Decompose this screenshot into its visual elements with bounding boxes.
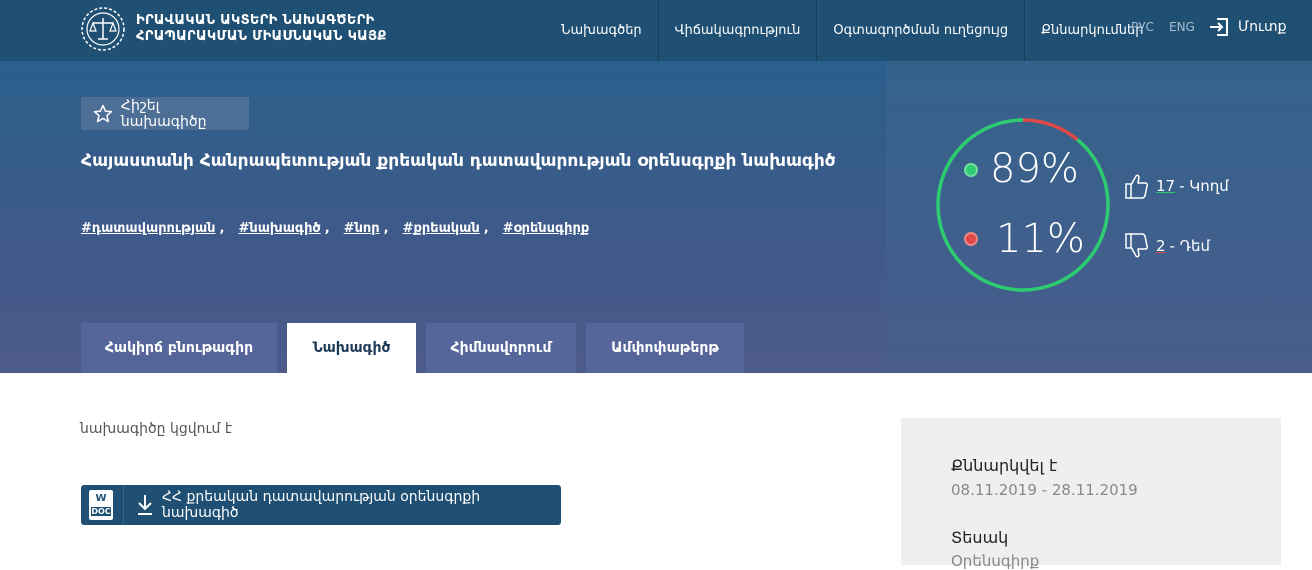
tag-link[interactable]: #օրենսգիրք <box>503 221 590 236</box>
tag-separator: , <box>383 221 389 236</box>
for-dot-icon <box>964 163 978 177</box>
main-menu: Նախագծեր Վիճակագրություն Օգտագործման ուղ… <box>545 0 1159 61</box>
top-navigation: ԻՐԱՎԱԿԱՆ ԱԿՏԵՐԻ ՆԱԽԱԳԾԵՐԻ ՀՐԱՊԱՐԱԿՄԱՆ ՄԻ… <box>0 0 1312 61</box>
type-label: Տեսակ <box>951 528 1009 547</box>
attachment-status: նախագիծը կցվում է <box>80 421 233 437</box>
discussed-label: Քննարկվել է <box>951 456 1058 475</box>
download-draft-button[interactable]: W DOC ՀՀ քրեական դատավարության օրենսգրքի… <box>81 485 561 525</box>
nav-item-statistics[interactable]: Վիճակագրություն <box>659 0 818 61</box>
download-icon <box>137 495 152 515</box>
star-icon <box>93 104 113 122</box>
tag-separator: , <box>219 221 225 236</box>
lang-ru-link[interactable]: РУС <box>1131 20 1154 34</box>
divider <box>122 485 124 525</box>
tag-separator: , <box>483 221 489 236</box>
draft-tabs: Հակիրճ բնութագիր Նախագիծ Հիմնավորում Ամփ… <box>81 323 754 373</box>
tab-summary[interactable]: Հակիրճ բնութագիր <box>81 323 277 373</box>
remember-draft-button[interactable]: Հիշել նախագիծը <box>81 97 249 130</box>
login-icon <box>1210 18 1228 36</box>
tag-link[interactable]: #նոր <box>344 221 380 236</box>
draft-title: Հայաստանի Հանրապետության քրեական դատավար… <box>81 151 836 171</box>
tab-justification[interactable]: Հիմնավորում <box>426 323 576 373</box>
logo-line-1: ԻՐԱՎԱԿԱՆ ԱԿՏԵՐԻ ՆԱԽԱԳԾԵՐԻ <box>136 13 375 28</box>
download-draft-label: ՀՀ քրեական դատավարության օրենսգրքի նախագ… <box>161 489 481 521</box>
draft-info-panel: Քննարկվել է 08.11.2019 - 28.11.2019 Տեսա… <box>901 418 1281 570</box>
tag-link[interactable]: #քրեական <box>403 221 480 236</box>
vote-against-count: 2 <box>1156 237 1166 255</box>
tab-overview[interactable]: Ամփոփաթերթ <box>586 323 744 373</box>
against-dot-icon <box>964 232 978 246</box>
type-value: Օրենսգիրք <box>951 552 1040 570</box>
tag-separator: , <box>324 221 330 236</box>
logo-text: ԻՐԱՎԱԿԱՆ ԱԿՏԵՐԻ ՆԱԽԱԳԾԵՐԻ ՀՐԱՊԱՐԱԿՄԱՆ ՄԻ… <box>136 13 387 45</box>
discussed-dates: 08.11.2019 - 28.11.2019 <box>951 481 1138 499</box>
tag-link[interactable]: #նախագիծ <box>238 221 320 236</box>
doc-icon-ext: DOC <box>91 507 111 516</box>
logo-line-2: ՀՐԱՊԱՐԱԿՄԱՆ ՄԻԱՍՆԱԿԱՆ ԿԱՅՔ <box>136 29 387 44</box>
lang-en-link[interactable]: ENG <box>1169 20 1195 34</box>
word-doc-icon: W DOC <box>89 490 113 520</box>
vote-gauge <box>936 118 1110 292</box>
for-percentage: 89% <box>990 146 1079 192</box>
vote-for-count: 17 <box>1156 177 1176 195</box>
scales-emblem-icon <box>81 7 125 51</box>
site-logo[interactable]: ԻՐԱՎԱԿԱՆ ԱԿՏԵՐԻ ՆԱԽԱԳԾԵՐԻ ՀՐԱՊԱՐԱԿՄԱՆ ՄԻ… <box>80 6 387 52</box>
against-percentage: 11% <box>996 216 1085 262</box>
thumbs-down-icon <box>1125 233 1149 258</box>
vote-for[interactable]: 17 - Կողմ <box>1124 172 1229 200</box>
nav-item-drafts[interactable]: Նախագծեր <box>545 0 659 61</box>
login-label: Մուտք <box>1238 19 1287 35</box>
tag-list: #դատավարության, #նախագիծ, #նոր, #քրեական… <box>81 221 593 236</box>
vote-against-label: - Դեմ <box>1169 237 1211 255</box>
tab-draft[interactable]: Նախագիծ <box>287 323 416 373</box>
nav-item-user-guide[interactable]: Օգտագործման ուղեցույց <box>817 0 1026 61</box>
remember-draft-label: Հիշել նախագիծը <box>120 97 207 130</box>
tag-link[interactable]: #դատավարության <box>81 221 216 236</box>
vote-against[interactable]: 2 - Դեմ <box>1124 232 1210 260</box>
login-button[interactable]: Մուտք <box>1208 16 1287 38</box>
doc-icon-letter: W <box>95 493 107 504</box>
vote-for-label: - Կողմ <box>1179 177 1229 195</box>
thumbs-up-icon <box>1125 174 1149 199</box>
